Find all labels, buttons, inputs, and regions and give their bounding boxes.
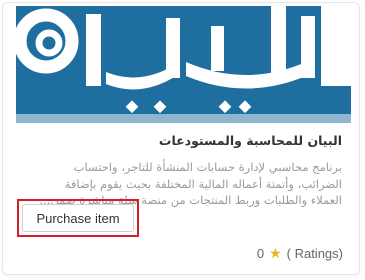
description-line: برنامج محاسبي لإدارة حسابات المنشأة للتا… [73, 160, 342, 174]
ratings-label: ( Ratings) [286, 245, 343, 261]
product-title[interactable]: البيان للمحاسبة والمستودعات [22, 133, 342, 148]
description-line: الضرائب، وأتمتة أعماله المالية المختلفة … [64, 176, 342, 191]
purchase-button-highlight: Purchase item [17, 199, 139, 237]
product-card[interactable]: البيان للمحاسبة والمستودعات برنامج محاسب… [2, 2, 360, 275]
rating-summary: 0 ★ ( Ratings) [257, 243, 343, 263]
product-logo-image [16, 6, 351, 123]
purchase-item-button[interactable]: Purchase item [22, 204, 134, 232]
rating-count: 0 [256, 245, 265, 261]
product-thumbnail[interactable] [16, 6, 351, 123]
star-icon: ★ [269, 245, 282, 261]
